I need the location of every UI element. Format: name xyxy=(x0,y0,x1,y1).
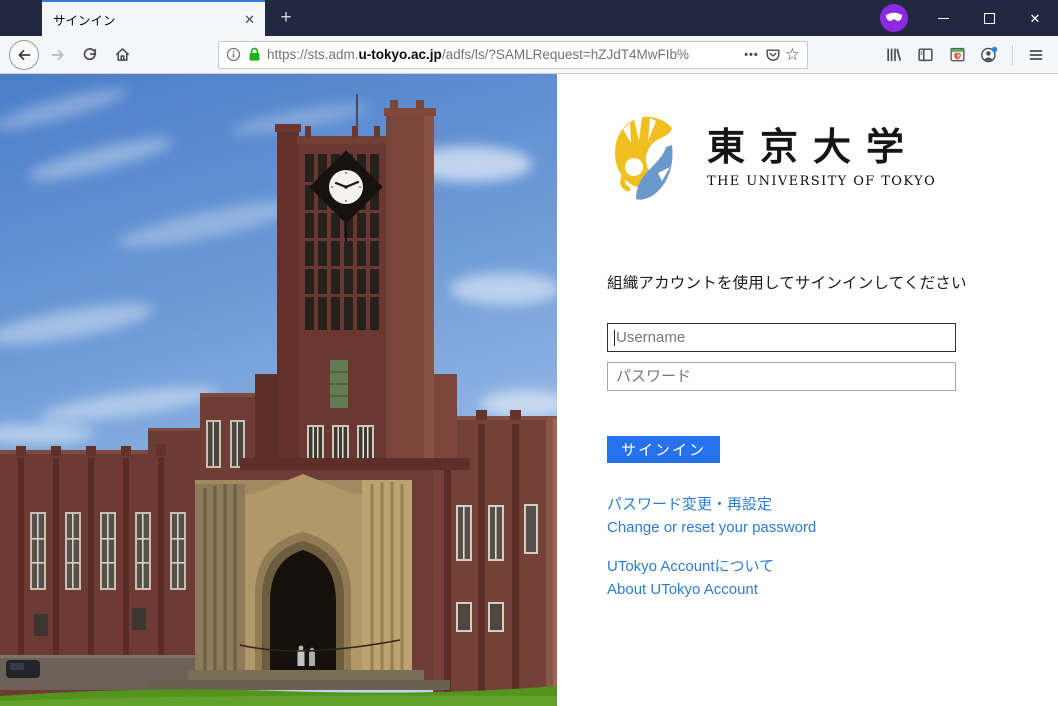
link-password-reset-ja[interactable]: パスワード変更・再設定 xyxy=(607,493,772,516)
browser-window: サインイン ✕ + ✕ xyxy=(0,0,1058,706)
account-icon[interactable] xyxy=(975,41,1003,69)
minimize-button[interactable] xyxy=(920,0,966,36)
forward-icon[interactable] xyxy=(44,41,72,69)
bookmark-star-icon[interactable]: ☆ xyxy=(781,46,800,63)
new-tab-button[interactable]: + xyxy=(273,5,299,31)
browser-toolbar: https://sts.adm.u-tokyo.ac.jp/adfs/ls/?S… xyxy=(0,36,1058,74)
private-browsing-mask-icon xyxy=(880,4,908,32)
reload-icon[interactable] xyxy=(76,41,104,69)
menu-icon[interactable] xyxy=(1022,41,1050,69)
lock-icon[interactable] xyxy=(248,47,261,62)
info-icon[interactable] xyxy=(226,47,241,62)
text-caret xyxy=(614,330,615,346)
signin-panel: 東京大学 THE UNIVERSITY OF TOKYO 組織アカウントを使用し… xyxy=(557,74,1058,706)
url-bar[interactable]: https://sts.adm.u-tokyo.ac.jp/adfs/ls/?S… xyxy=(218,41,808,69)
library-icon[interactable] xyxy=(879,41,907,69)
ginkgo-logo-icon xyxy=(612,115,676,207)
home-icon[interactable] xyxy=(108,41,136,69)
tab-close-icon[interactable]: ✕ xyxy=(242,11,257,28)
signin-button[interactable]: サインイン xyxy=(607,436,720,463)
password-input[interactable] xyxy=(607,362,956,391)
tab-title: サインイン xyxy=(53,10,242,29)
browser-titlebar: サインイン ✕ + ✕ xyxy=(0,0,1058,36)
link-about-account-ja[interactable]: UTokyo Accountについて xyxy=(607,555,774,578)
link-password-reset-en[interactable]: Change or reset your password xyxy=(607,516,816,539)
link-about-account-en[interactable]: About UTokyo Account xyxy=(607,578,758,601)
page-actions-icon[interactable]: ••• xyxy=(738,49,765,61)
url-text: https://sts.adm.u-tokyo.ac.jp/adfs/ls/?S… xyxy=(267,47,738,62)
logo-english: THE UNIVERSITY OF TOKYO xyxy=(707,174,936,189)
maximize-button[interactable] xyxy=(966,0,1012,36)
browser-tab[interactable]: サインイン ✕ xyxy=(42,0,265,36)
logo-kanji: 東京大学 xyxy=(707,129,936,167)
username-input[interactable] xyxy=(607,323,956,352)
extension-shield-icon[interactable] xyxy=(943,41,971,69)
back-icon[interactable] xyxy=(9,40,39,70)
signin-instruction: 組織アカウントを使用してサインインしてください xyxy=(607,271,1058,293)
close-button[interactable]: ✕ xyxy=(1012,0,1058,36)
pocket-icon[interactable] xyxy=(765,47,781,63)
campus-photo xyxy=(0,74,557,706)
utokyo-logo: 東京大学 THE UNIVERSITY OF TOKYO xyxy=(612,115,1058,207)
sidebar-icon[interactable] xyxy=(911,41,939,69)
